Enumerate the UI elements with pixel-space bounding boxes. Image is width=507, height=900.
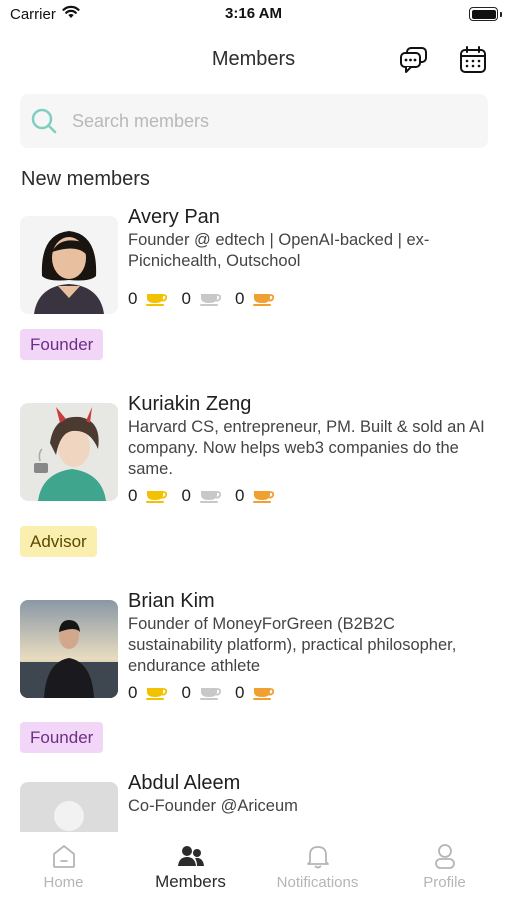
- member-bio: Founder @ edtech | OpenAI-backed | ex-Pi…: [128, 231, 430, 270]
- role-tag: Advisor: [20, 526, 97, 557]
- role-tag: Founder: [20, 329, 104, 360]
- gold-cup-icon: [146, 491, 168, 503]
- gold-count: 0: [128, 486, 138, 505]
- avatar-placeholder: [20, 782, 118, 832]
- member-name: Kuriakin Zeng: [128, 393, 252, 415]
- member-bio: Founder of MoneyForGreen (B2B2C sustaina…: [128, 615, 457, 675]
- member-list: New members Avery Pan Founder @ edtech |…: [0, 0, 507, 832]
- silver-count: 0: [181, 289, 191, 308]
- silver-cup-icon: [199, 688, 221, 700]
- tab-bar: Home Members Notifications Profile: [0, 832, 507, 900]
- silver-cup-icon: [199, 294, 221, 306]
- gold-count: 0: [128, 683, 138, 702]
- role-tag: Founder: [20, 722, 104, 753]
- bronze-cup-icon: [253, 688, 275, 700]
- bell-icon: [306, 846, 329, 869]
- tab-home[interactable]: Home: [0, 832, 127, 900]
- bronze-cup-icon: [253, 491, 275, 503]
- avatar: [20, 600, 118, 698]
- tab-members[interactable]: Members: [127, 832, 254, 900]
- member-name: Abdul Aleem: [128, 772, 241, 794]
- tab-label: Members: [155, 872, 226, 891]
- profile-icon: [434, 844, 455, 869]
- gold-cup-icon: [146, 294, 168, 306]
- member-name: Avery Pan: [128, 206, 220, 228]
- trophy-counts: 0 0 0: [128, 485, 288, 507]
- gold-cup-icon: [146, 688, 168, 700]
- tab-label: Notifications: [276, 874, 359, 891]
- gold-count: 0: [128, 289, 138, 308]
- silver-cup-icon: [199, 491, 221, 503]
- avatar: [20, 216, 118, 314]
- silver-count: 0: [181, 486, 191, 505]
- member-bio: Harvard CS, entrepreneur, PM. Built & so…: [128, 418, 485, 478]
- member-name: Brian Kim: [128, 590, 215, 612]
- bronze-count: 0: [234, 683, 245, 702]
- tab-label: Home: [43, 874, 84, 891]
- bronze-cup-icon: [253, 294, 275, 306]
- tab-profile[interactable]: Profile: [381, 832, 507, 900]
- bronze-count: 0: [234, 486, 245, 505]
- tab-notifications[interactable]: Notifications: [254, 832, 381, 900]
- trophy-counts: 0 0 0: [128, 288, 288, 310]
- members-icon: [177, 846, 204, 866]
- avatar: [20, 403, 118, 501]
- bronze-count: 0: [234, 289, 245, 308]
- tab-label: Profile: [423, 874, 466, 891]
- trophy-counts: 0 0 0: [128, 682, 288, 704]
- home-icon: [52, 845, 75, 868]
- member-bio: Co-Founder @Ariceum: [128, 797, 298, 815]
- silver-count: 0: [181, 683, 191, 702]
- section-title: New members: [21, 168, 150, 190]
